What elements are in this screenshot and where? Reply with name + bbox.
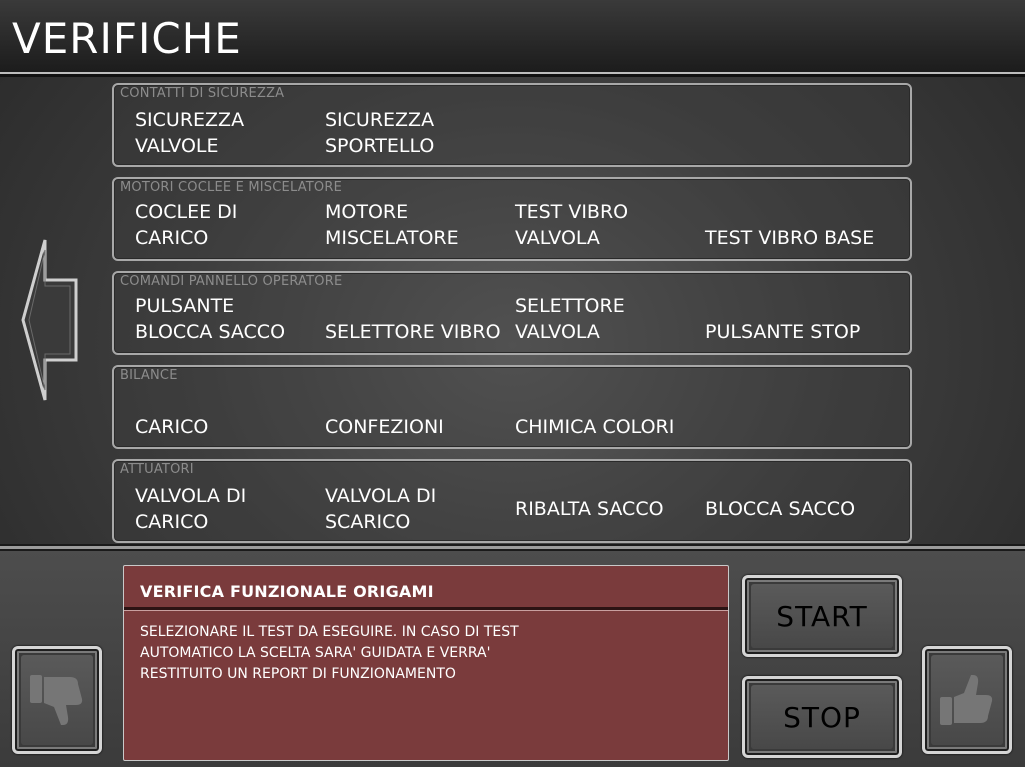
back-button[interactable]: [20, 236, 80, 404]
test-bilancia-carico[interactable]: CARICO: [135, 388, 320, 440]
test-vibro-valvola[interactable]: TEST VIBRO VALVOLA: [515, 199, 700, 251]
section-actuators: ATTUATORI VALVOLA DI CARICO VALVOLA DI S…: [112, 459, 912, 543]
test-sicurezza-valvole[interactable]: SICUREZZA VALVOLE: [135, 107, 320, 159]
message-panel: VERIFICA FUNZIONALE ORIGAMI SELEZIONARE …: [123, 565, 729, 761]
thumbs-up-icon: [940, 675, 993, 725]
section-title: CONTATTI DI SICUREZZA: [120, 86, 285, 101]
thumbs-down-icon: [30, 675, 83, 725]
test-selettore-vibro[interactable]: SELETTORE VIBRO: [325, 293, 510, 345]
section-operator-panel: COMANDI PANNELLO OPERATORE PULSANTE BLOC…: [112, 271, 912, 355]
test-blocca-sacco[interactable]: BLOCCA SACCO: [705, 483, 890, 535]
message-body: SELEZIONARE IL TEST DA ESEGUIRE. IN CASO…: [140, 622, 700, 685]
section-safety-contacts: CONTATTI DI SICUREZZA SICUREZZA VALVOLE …: [112, 83, 912, 167]
test-sicurezza-sportello[interactable]: SICUREZZA SPORTELLO: [325, 107, 510, 159]
section-title: BILANCE: [120, 368, 178, 383]
section-title: COMANDI PANNELLO OPERATORE: [120, 274, 343, 289]
start-label: START: [776, 599, 868, 633]
section-motors: MOTORI COCLEE E MISCELATORE COCLEE DI CA…: [112, 177, 912, 261]
test-bilancia-chimica-colori[interactable]: CHIMICA COLORI: [515, 388, 700, 440]
confirm-button[interactable]: [922, 646, 1012, 754]
test-pulsante-stop[interactable]: PULSANTE STOP: [705, 293, 890, 345]
test-pulsante-blocca-sacco[interactable]: PULSANTE BLOCCA SACCO: [135, 293, 320, 345]
message-line: AUTOMATICO LA SCELTA SARA' GUIDATA E VER…: [140, 645, 491, 661]
header-bar: VERIFICHE: [0, 0, 1025, 74]
left-arrow-icon: [21, 239, 78, 401]
message-line: SELEZIONARE IL TEST DA ESEGUIRE. IN CASO…: [140, 624, 519, 640]
page-title: VERIFICHE: [12, 14, 242, 63]
test-coclee-di-carico[interactable]: COCLEE DI CARICO: [135, 199, 320, 251]
message-title: VERIFICA FUNZIONALE ORIGAMI: [140, 582, 434, 601]
test-valvola-di-scarico[interactable]: VALVOLA DI SCARICO: [325, 483, 510, 535]
test-motore-miscelatore[interactable]: MOTORE MISCELATORE: [325, 199, 510, 251]
message-line: RESTITUITO UN REPORT DI FUNZIONAMENTO: [140, 666, 456, 682]
message-divider: [124, 607, 728, 611]
reject-button[interactable]: [12, 646, 102, 754]
test-selettore-valvola[interactable]: SELETTORE VALVOLA: [515, 293, 700, 345]
section-scales: BILANCE CARICO CONFEZIONI CHIMICA COLORI: [112, 365, 912, 449]
start-button[interactable]: START: [742, 575, 902, 657]
section-title: ATTUATORI: [120, 462, 194, 477]
footer-divider: [0, 546, 1025, 549]
test-valvola-di-carico[interactable]: VALVOLA DI CARICO: [135, 483, 320, 535]
stop-label: STOP: [783, 700, 861, 734]
test-ribalta-sacco[interactable]: RIBALTA SACCO: [515, 483, 700, 535]
stop-button[interactable]: STOP: [742, 676, 902, 758]
section-title: MOTORI COCLEE E MISCELATORE: [120, 180, 342, 195]
test-vibro-base[interactable]: TEST VIBRO BASE: [705, 199, 890, 251]
test-bilancia-confezioni[interactable]: CONFEZIONI: [325, 388, 510, 440]
